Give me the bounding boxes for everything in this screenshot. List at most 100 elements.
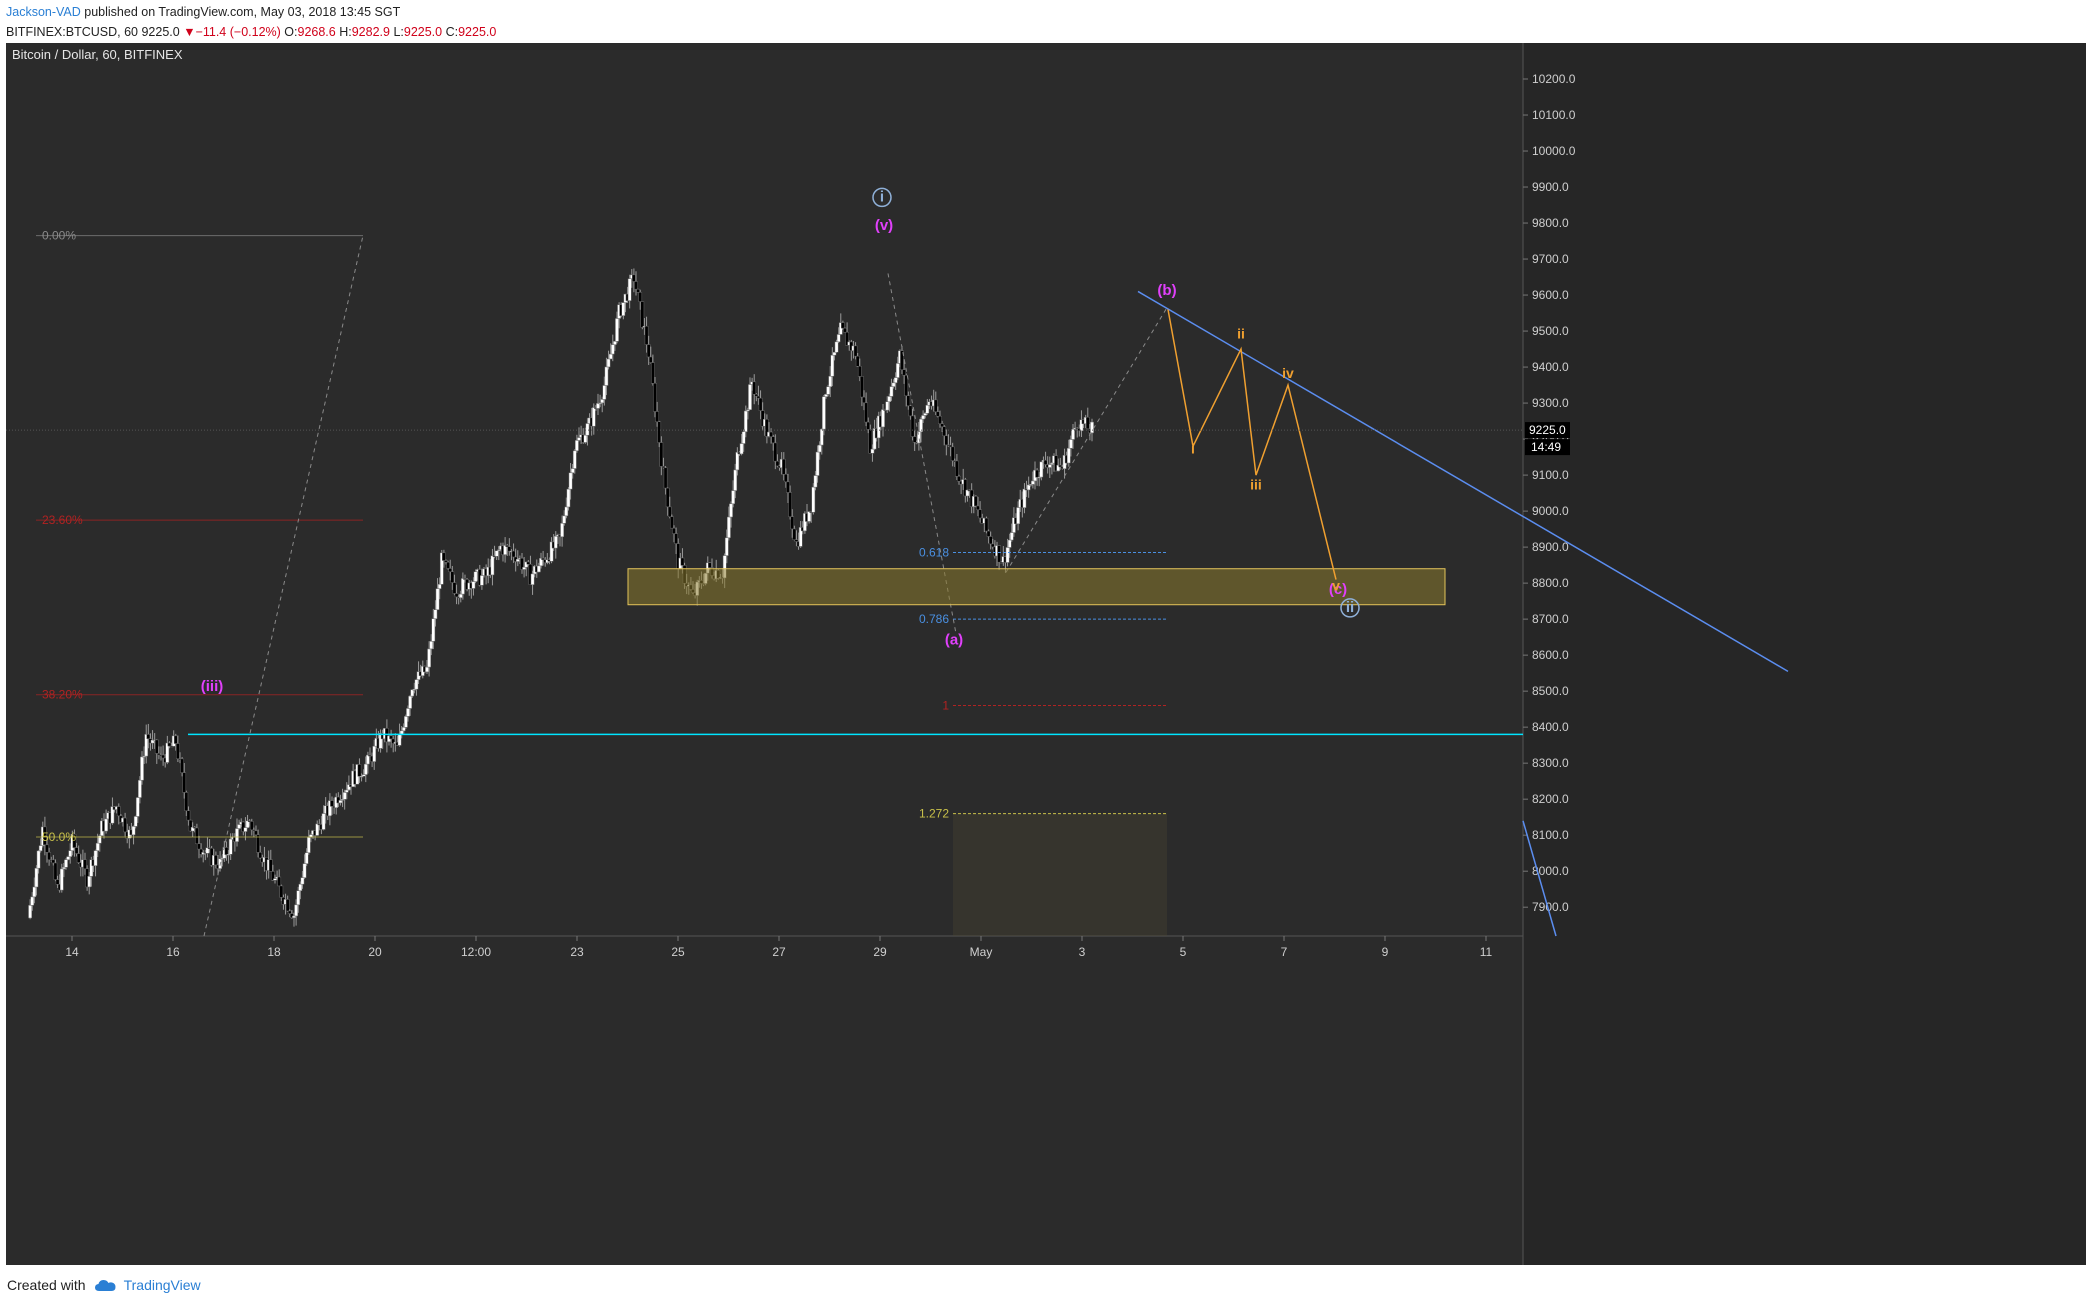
candle-body (944, 435, 949, 446)
candle-body (64, 859, 68, 868)
candle-body (974, 496, 978, 507)
candle-body (298, 883, 303, 891)
fib-extension-zone (953, 813, 1167, 936)
candle-body (621, 302, 626, 316)
candle-body (154, 739, 159, 754)
candle-body (955, 460, 959, 477)
brand-label: TradingView (123, 1277, 201, 1293)
candle-body (908, 405, 913, 417)
candle-body (306, 837, 311, 853)
candle-body (923, 413, 928, 416)
candle-body (123, 817, 127, 833)
candle-body (739, 443, 744, 455)
close-value: 9225.0 (458, 25, 497, 39)
wave-label: ii (1346, 599, 1354, 616)
candle-body (788, 492, 792, 517)
candle-body (243, 827, 248, 832)
candle-body (435, 588, 440, 610)
candle-body (748, 384, 752, 410)
candle-body (902, 369, 906, 376)
candle-body (836, 334, 841, 343)
candle-body (860, 376, 864, 398)
close-label: C: (445, 25, 459, 39)
fib-extension-label: 0.618 (919, 546, 949, 560)
y-tick-label: 9600.0 (1532, 288, 1569, 302)
x-tick-label: 9 (1382, 945, 1389, 959)
candle-body (984, 517, 989, 532)
candle-body (786, 481, 790, 493)
candle-body (864, 402, 868, 423)
candle-body (724, 537, 729, 556)
candle-body (74, 847, 79, 854)
candle-body (53, 862, 58, 880)
y-tick-label: 9900.0 (1532, 180, 1569, 194)
candle-body (572, 450, 577, 469)
candle-body (822, 396, 826, 430)
candle-body (936, 411, 940, 417)
candle-body (292, 915, 296, 919)
chart-area[interactable]: Bitcoin / Dollar, 60, BITFINEX 10200.0 101… (6, 43, 2086, 1265)
candle-body (389, 735, 393, 740)
candle-body (1035, 469, 1039, 478)
candle-body (570, 468, 575, 474)
candle-body (1071, 428, 1075, 440)
candle-body (28, 905, 32, 919)
wave-label: i (1191, 440, 1195, 456)
candle-body (841, 322, 845, 329)
candle-body (819, 428, 824, 446)
candle-body (363, 763, 368, 775)
high-value: 9282.9 (351, 25, 390, 39)
candle-body (568, 472, 573, 490)
candle-body (942, 426, 947, 437)
candle-body (173, 735, 178, 744)
candle-body (885, 401, 890, 411)
candle-body (651, 362, 655, 384)
tradingview-brand[interactable]: TradingView (94, 1277, 201, 1293)
x-tick-label: 23 (570, 945, 584, 959)
open-value: 9268.6 (297, 25, 336, 39)
candle-body (249, 821, 254, 831)
candle-body (646, 344, 651, 358)
candle-body (950, 446, 955, 461)
y-tick-label: 8800.0 (1532, 576, 1569, 590)
symbol-label: BITFINEX:BTCUSD, 60 (6, 25, 138, 39)
candle-body (743, 410, 748, 432)
wave-label: iv (1282, 365, 1294, 381)
candle-body (427, 648, 431, 668)
candle-body (653, 383, 657, 412)
candle-body (921, 415, 925, 420)
candle-body (648, 356, 653, 363)
candle-body (756, 395, 761, 399)
candle-body (135, 797, 140, 817)
x-tick-label: 20 (368, 945, 382, 959)
y-tick-label: 7900.0 (1532, 900, 1569, 914)
candle-body (608, 353, 613, 360)
candle-body (667, 506, 672, 518)
candle-body (773, 442, 778, 462)
author-link[interactable]: Jackson-VAD (6, 5, 81, 19)
candle-body (228, 838, 233, 855)
candle-body (792, 528, 797, 540)
candle-body (672, 527, 676, 534)
candle-body (813, 475, 818, 488)
candle-body (433, 609, 438, 619)
y-tick-label: 8200.0 (1532, 792, 1569, 806)
candle-body (38, 845, 43, 852)
candle-body (754, 393, 759, 397)
candle-body (45, 844, 49, 853)
fib-extension-label: 0.786 (919, 612, 949, 626)
y-tick-label: 8300.0 (1532, 756, 1569, 770)
candle-body (494, 550, 499, 557)
fib-extension-label: 1.272 (919, 807, 949, 821)
candle-body (83, 859, 87, 870)
candle-body (95, 842, 100, 851)
price-chart[interactable]: Bitcoin / Dollar, 60, BITFINEX 10200.0 101… (6, 43, 2086, 1265)
candle-body (138, 779, 142, 798)
candle-body (237, 824, 241, 829)
candle-body (338, 800, 343, 804)
candle-body (769, 431, 773, 437)
chart-header: Jackson-VAD published on TradingView.com… (6, 2, 2086, 42)
candle-body (957, 476, 961, 482)
candle-body (731, 490, 735, 505)
candle-body (530, 573, 535, 585)
